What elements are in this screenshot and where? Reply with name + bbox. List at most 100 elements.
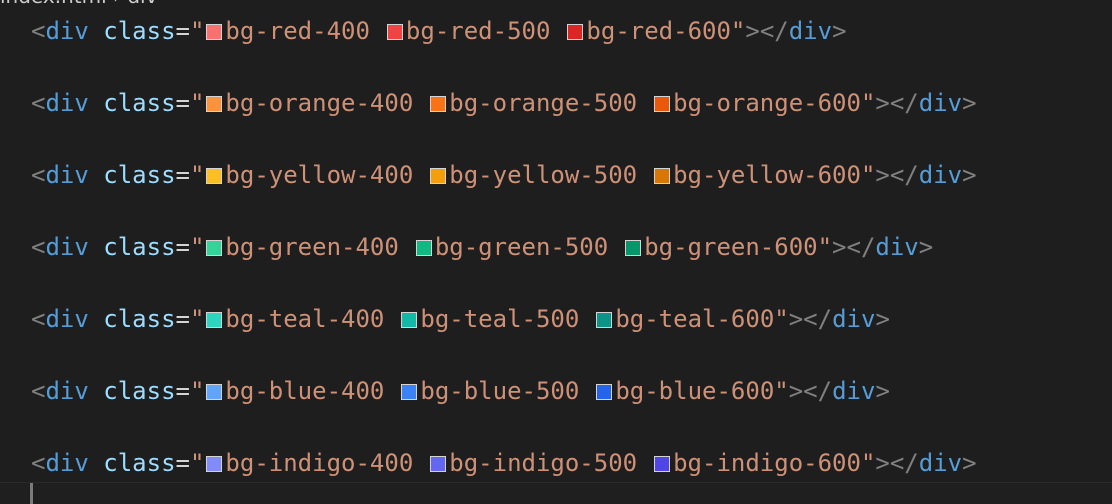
code-editor[interactable]: <div class=" bg-red-400 bg-red-500 bg-red-6… bbox=[0, 0, 1112, 504]
tag-name: div bbox=[45, 17, 89, 45]
color-swatch-icon[interactable] bbox=[654, 168, 671, 184]
tag-end-bracket: > bbox=[962, 161, 977, 189]
string-quote: " bbox=[189, 161, 205, 189]
class-name: bg-yellow-400 bbox=[225, 161, 414, 189]
attribute-name: class bbox=[103, 233, 176, 261]
tag-end-bracket: > bbox=[962, 89, 977, 117]
class-name: bg-indigo-500 bbox=[449, 449, 638, 477]
color-swatch-icon[interactable] bbox=[567, 24, 584, 40]
code-line[interactable]: <div class=" bg-orange-400 bg-orange-500 bg… bbox=[31, 87, 977, 119]
code-line[interactable]: <div class=" bg-teal-400 bg-teal-500 bg-tea… bbox=[31, 303, 890, 335]
string-quote: " bbox=[189, 449, 205, 477]
equals-sign: = bbox=[175, 305, 190, 333]
color-swatch-icon[interactable] bbox=[430, 96, 447, 112]
closing-tag-name: div bbox=[832, 305, 876, 333]
class-name: bg-red-400 bbox=[225, 17, 370, 45]
string-quote: " bbox=[817, 233, 833, 261]
code-line[interactable]: <div class=" bg-yellow-400 bg-yellow-500 bg… bbox=[31, 159, 977, 191]
class-name: bg-orange-600 bbox=[673, 89, 861, 117]
tag-open-bracket: < bbox=[31, 233, 46, 261]
tag-end-bracket: > bbox=[875, 377, 890, 405]
class-name: bg-yellow-500 bbox=[449, 161, 638, 189]
string-quote: " bbox=[189, 89, 205, 117]
color-swatch-icon[interactable] bbox=[596, 384, 613, 400]
color-swatch-icon[interactable] bbox=[401, 384, 418, 400]
tag-close-bracket: ></ bbox=[875, 449, 919, 477]
closing-tag-name: div bbox=[875, 233, 919, 261]
class-name: bg-red-600 bbox=[586, 17, 731, 45]
class-name: bg-orange-400 bbox=[225, 89, 414, 117]
tag-name: div bbox=[45, 449, 89, 477]
tag-close-bracket: ></ bbox=[788, 377, 833, 405]
class-name: bg-orange-500 bbox=[449, 89, 638, 117]
equals-sign: = bbox=[175, 233, 190, 261]
color-swatch-icon[interactable] bbox=[596, 312, 613, 328]
class-name: bg-indigo-600 bbox=[673, 449, 861, 477]
tag-name: div bbox=[45, 89, 89, 117]
tag-open-bracket: < bbox=[31, 305, 46, 333]
string-quote: " bbox=[730, 17, 746, 45]
tag-end-bracket: > bbox=[918, 233, 934, 261]
class-name: bg-blue-400 bbox=[225, 377, 385, 405]
tag-close-bracket: ></ bbox=[745, 17, 789, 45]
tag-end-bracket: > bbox=[832, 17, 847, 45]
equals-sign: = bbox=[175, 449, 190, 477]
tag-end-bracket: > bbox=[875, 305, 890, 333]
color-swatch-icon[interactable] bbox=[206, 96, 223, 112]
code-line[interactable]: <div class=" bg-green-400 bg-green-500 bg-g… bbox=[31, 231, 933, 263]
color-swatch-icon[interactable] bbox=[206, 312, 223, 328]
string-quote: " bbox=[774, 305, 789, 333]
class-name: bg-teal-600 bbox=[615, 305, 775, 333]
string-quote: " bbox=[189, 17, 205, 45]
equals-sign: = bbox=[175, 161, 190, 189]
tag-name: div bbox=[45, 305, 89, 333]
tag-open-bracket: < bbox=[31, 377, 46, 405]
attribute-name: class bbox=[103, 449, 176, 477]
color-swatch-icon[interactable] bbox=[430, 168, 447, 184]
closing-tag-name: div bbox=[918, 89, 963, 117]
class-name: bg-green-500 bbox=[434, 233, 609, 261]
attribute-name: class bbox=[103, 17, 176, 45]
tag-open-bracket: < bbox=[31, 449, 46, 477]
class-name: bg-blue-500 bbox=[420, 377, 580, 405]
string-quote: " bbox=[189, 233, 205, 261]
tag-close-bracket: ></ bbox=[875, 89, 919, 117]
attribute-name: class bbox=[103, 377, 176, 405]
color-swatch-icon[interactable] bbox=[654, 96, 671, 112]
color-swatch-icon[interactable] bbox=[206, 24, 223, 40]
string-quote: " bbox=[860, 449, 876, 477]
color-swatch-icon[interactable] bbox=[206, 456, 223, 472]
string-quote: " bbox=[860, 161, 876, 189]
string-quote: " bbox=[189, 377, 205, 405]
attribute-name: class bbox=[103, 89, 176, 117]
code-line[interactable]: <div class=" bg-blue-400 bg-blue-500 bg-blu… bbox=[31, 375, 890, 407]
tag-close-bracket: ></ bbox=[788, 305, 833, 333]
tag-end-bracket: > bbox=[962, 449, 977, 477]
string-quote: " bbox=[860, 89, 876, 117]
current-line-highlight bbox=[0, 482, 1112, 504]
color-swatch-icon[interactable] bbox=[401, 312, 418, 328]
code-line[interactable]: <div class=" bg-indigo-400 bg-indigo-500 bg… bbox=[31, 447, 977, 479]
code-line[interactable]: <div class=" bg-red-400 bg-red-500 bg-red-6… bbox=[31, 15, 847, 47]
closing-tag-name: div bbox=[918, 161, 963, 189]
equals-sign: = bbox=[175, 377, 190, 405]
class-name: bg-indigo-400 bbox=[225, 449, 414, 477]
color-swatch-icon[interactable] bbox=[415, 240, 432, 256]
closing-tag-name: div bbox=[788, 17, 833, 45]
color-swatch-icon[interactable] bbox=[625, 240, 642, 256]
color-swatch-icon[interactable] bbox=[386, 24, 403, 40]
color-swatch-icon[interactable] bbox=[206, 240, 223, 256]
class-name: bg-yellow-600 bbox=[673, 161, 861, 189]
tag-name: div bbox=[45, 377, 89, 405]
attribute-name: class bbox=[103, 305, 176, 333]
equals-sign: = bbox=[175, 17, 190, 45]
string-quote: " bbox=[774, 377, 789, 405]
tag-open-bracket: < bbox=[31, 161, 46, 189]
color-swatch-icon[interactable] bbox=[206, 168, 223, 184]
color-swatch-icon[interactable] bbox=[206, 384, 223, 400]
class-name: bg-red-500 bbox=[405, 17, 551, 45]
tag-close-bracket: ></ bbox=[875, 161, 919, 189]
color-swatch-icon[interactable] bbox=[654, 456, 671, 472]
tag-name: div bbox=[45, 161, 89, 189]
color-swatch-icon[interactable] bbox=[430, 456, 447, 472]
